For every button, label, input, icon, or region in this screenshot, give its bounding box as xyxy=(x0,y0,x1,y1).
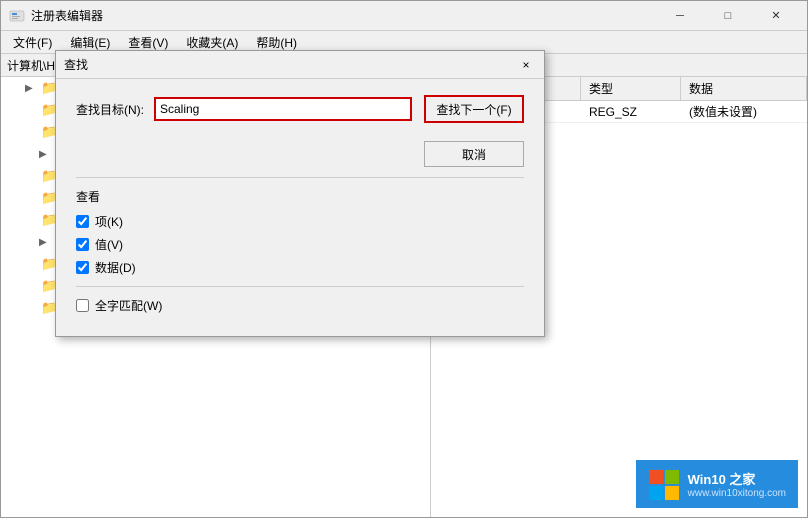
dialog-body: 查找目标(N): 查找下一个(F) 取消 查看 项(K) 值(V) xyxy=(56,79,544,336)
regedit-icon xyxy=(9,8,25,24)
find-next-button[interactable]: 查找下一个(F) xyxy=(424,95,524,123)
checkbox-data[interactable] xyxy=(76,261,89,274)
spacer-icon xyxy=(25,259,39,270)
win10-logo xyxy=(648,468,680,500)
checkbox-values[interactable] xyxy=(76,238,89,251)
checkbox-values-label[interactable]: 值(V) xyxy=(95,236,123,253)
spacer-icon xyxy=(25,105,39,116)
chevron-right-icon: ▶ xyxy=(25,83,39,94)
checkbox-items-label[interactable]: 项(K) xyxy=(95,213,123,230)
menu-file[interactable]: 文件(F) xyxy=(5,32,60,53)
find-dialog: 查找 × 查找目标(N): 查找下一个(F) 取消 查看 项(K) xyxy=(55,50,545,337)
divider2 xyxy=(76,286,524,287)
divider xyxy=(76,177,524,178)
chevron-right-icon: ▶ xyxy=(39,149,53,160)
checkbox-items-row: 项(K) xyxy=(76,213,524,230)
maximize-button[interactable]: □ xyxy=(705,2,751,30)
find-input[interactable] xyxy=(154,97,412,121)
spacer-icon xyxy=(25,193,39,204)
watermark-title: Win10 之家 xyxy=(688,469,786,488)
spacer-icon xyxy=(25,215,39,226)
cell-type: REG_SZ xyxy=(581,105,681,119)
chevron-right-icon: ▶ xyxy=(39,237,53,248)
checkbox-whole-label[interactable]: 全字匹配(W) xyxy=(95,297,162,314)
checkbox-items[interactable] xyxy=(76,215,89,228)
checkbox-whole-row: 全字匹配(W) xyxy=(76,297,524,314)
dialog-title-bar: 查找 × xyxy=(56,51,544,79)
spacer-icon xyxy=(25,127,39,138)
look-section-label: 查看 xyxy=(76,188,524,205)
spacer-icon xyxy=(25,171,39,182)
watermark-text-container: Win10 之家 www.win10xitong.com xyxy=(688,469,786,499)
spacer-icon xyxy=(25,281,39,292)
cell-data: (数值未设置) xyxy=(681,103,807,120)
checkbox-data-row: 数据(D) xyxy=(76,259,524,276)
dialog-title: 查找 xyxy=(64,56,88,73)
col-header-data: 数据 xyxy=(681,77,807,100)
spacer-icon xyxy=(25,303,39,314)
watermark: Win10 之家 www.win10xitong.com xyxy=(636,460,798,508)
checkbox-whole[interactable] xyxy=(76,299,89,312)
title-bar-controls: ─ □ ✕ xyxy=(657,2,799,30)
checkbox-data-label[interactable]: 数据(D) xyxy=(95,259,136,276)
title-bar-left: 注册表编辑器 xyxy=(9,7,103,24)
close-button[interactable]: ✕ xyxy=(753,2,799,30)
dialog-close-button[interactable]: × xyxy=(516,55,536,75)
window-title: 注册表编辑器 xyxy=(31,7,103,24)
find-label: 查找目标(N): xyxy=(76,101,146,118)
windows-logo-icon xyxy=(648,468,680,502)
checkbox-values-row: 值(V) xyxy=(76,236,524,253)
watermark-url: www.win10xitong.com xyxy=(688,488,786,499)
title-bar: 注册表编辑器 ─ □ ✕ xyxy=(1,1,807,31)
minimize-button[interactable]: ─ xyxy=(657,2,703,30)
find-row: 查找目标(N): 查找下一个(F) xyxy=(76,95,524,123)
cancel-button[interactable]: 取消 xyxy=(424,141,524,167)
col-header-type: 类型 xyxy=(581,77,681,100)
